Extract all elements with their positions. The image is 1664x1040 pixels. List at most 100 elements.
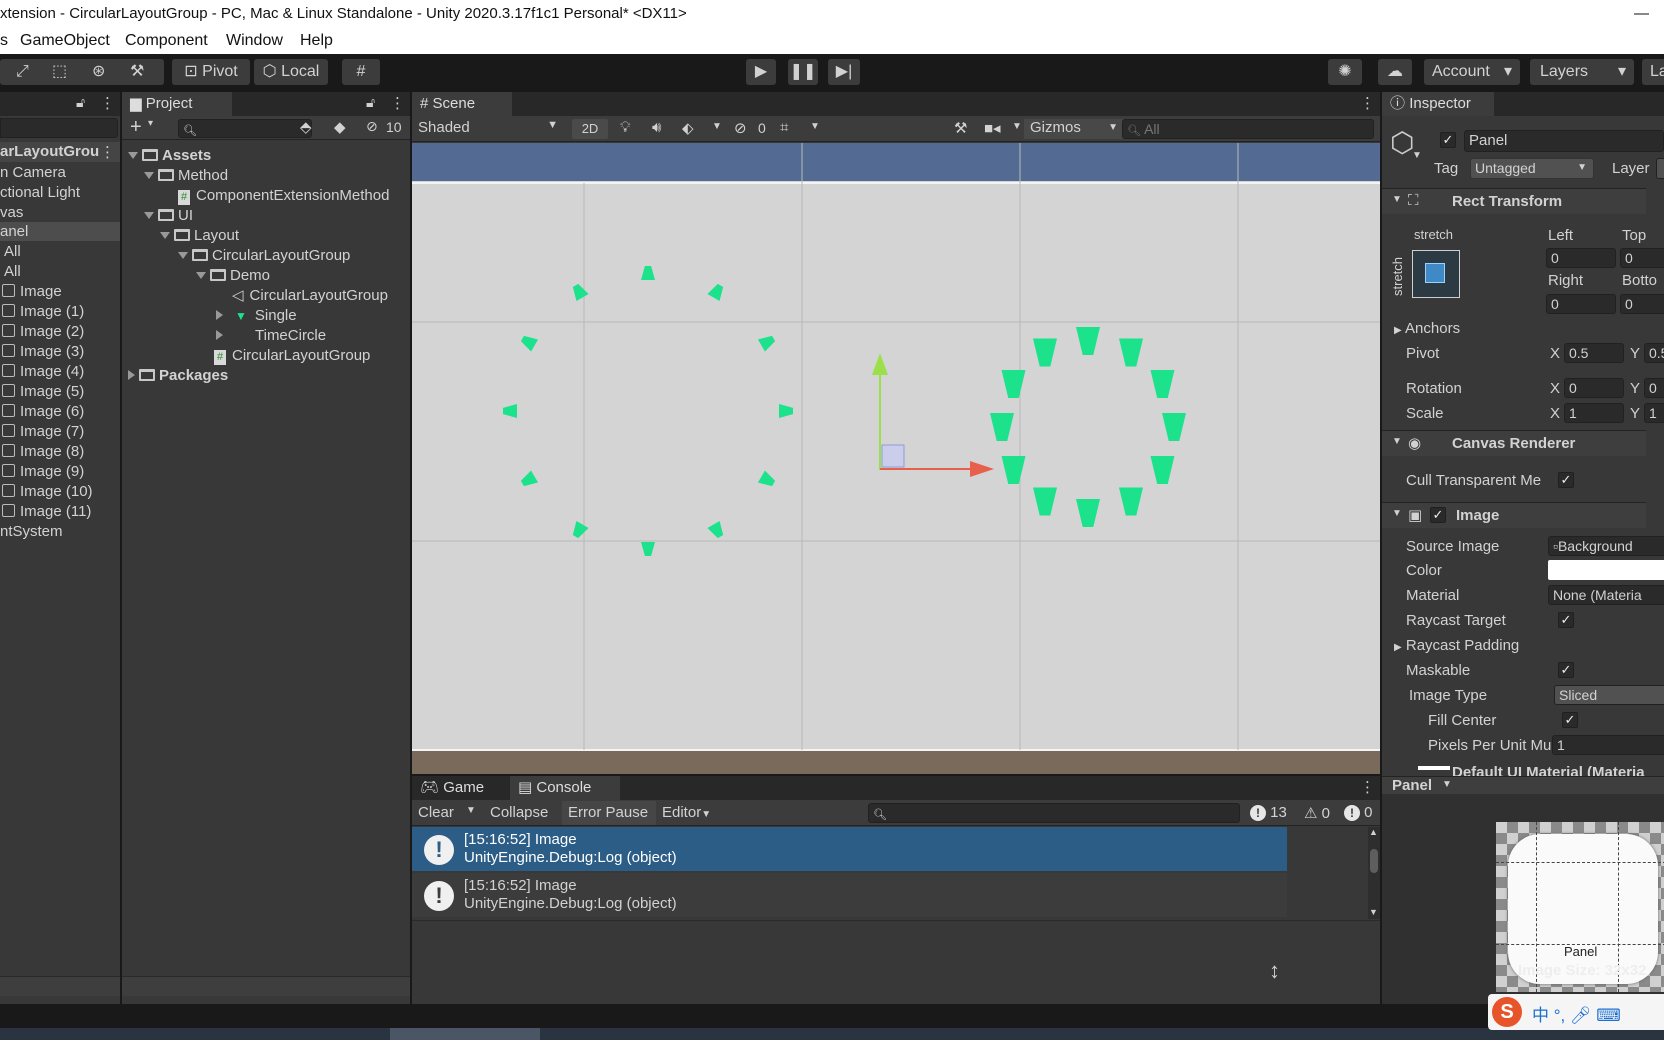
tree-item-scene[interactable]: ◁ CircularLayoutGroup (232, 286, 388, 305)
ring-left-marker[interactable] (641, 266, 655, 280)
lock-icon[interactable]: 🔓︎ (76, 94, 85, 111)
ring-right-marker[interactable] (1150, 456, 1175, 484)
hierarchy-item[interactable]: vas (0, 203, 23, 222)
2d-toggle[interactable]: 2D (572, 119, 608, 139)
hierarchy-item[interactable]: Image (4) (2, 362, 84, 381)
hierarchy-root-row[interactable]: arLayoutGrou ⋮ (0, 142, 120, 162)
gizmo-x-arrow[interactable] (970, 461, 994, 477)
active-checkbox[interactable]: ✓ (1440, 132, 1456, 148)
hidden-objects-icon[interactable]: ⊘ (734, 119, 747, 137)
scroll-down-icon[interactable]: ▼ (1369, 907, 1378, 917)
tree-item-layout[interactable]: Layout (160, 226, 239, 245)
ring-right-marker[interactable] (1119, 338, 1143, 367)
bottom-field[interactable]: 0 (1620, 294, 1664, 314)
left-field[interactable]: 0 (1546, 248, 1616, 268)
menu-item-window[interactable]: Window (226, 32, 283, 50)
ring-left-marker[interactable] (757, 332, 777, 352)
image-header[interactable]: ▼ ▣ ✓ Image (1382, 502, 1646, 528)
rotation-x-field[interactable]: 0 (1564, 378, 1624, 398)
anchor-presets-button[interactable] (1412, 250, 1460, 298)
ring-left-marker[interactable] (779, 404, 793, 418)
chevron-down-icon[interactable]: ▾ (148, 118, 153, 129)
ring-right-marker[interactable] (1119, 487, 1143, 516)
tree-item-timecircle[interactable]: TimeCircle (216, 326, 326, 345)
console-scrollbar[interactable]: ▲ ▼ (1368, 827, 1380, 919)
rect-transform-header[interactable]: ▼ ⛶ Rect Transform (1382, 188, 1646, 214)
gizmos-dropdown[interactable]: Gizmos ▼ (1024, 119, 1124, 139)
pivot-x-field[interactable]: 0.5 (1564, 343, 1624, 363)
hierarchy-item[interactable]: Image (8) (2, 442, 84, 461)
gizmo-plane-handle[interactable] (881, 444, 905, 468)
step-button[interactable]: ▶| (828, 59, 860, 85)
layout-dropdown[interactable]: La (1642, 59, 1664, 85)
collapse-button[interactable]: Collapse (490, 804, 548, 821)
image-enabled-checkbox[interactable]: ✓ (1430, 507, 1446, 523)
pivot-button[interactable]: ⊡ Pivot (172, 59, 250, 85)
lock-icon[interactable]: 🔓︎ (366, 94, 375, 111)
hierarchy-item[interactable]: Image (5) (2, 382, 84, 401)
ring-left-marker[interactable] (707, 282, 726, 302)
play-button[interactable]: ▶ (746, 59, 776, 85)
more-icon[interactable]: ⋮ (1360, 778, 1375, 796)
scale-tool-icon[interactable]: ⤢ (16, 59, 29, 85)
scrollbar-thumb[interactable] (1370, 849, 1378, 873)
error-count-toggle[interactable]: ! 0 (1344, 804, 1373, 821)
error-pause-toggle[interactable]: Error Pause (562, 801, 656, 825)
tag-dropdown[interactable]: Untagged ▼ (1470, 158, 1594, 179)
chevron-down-icon[interactable]: ▼ (810, 121, 820, 132)
chevron-down-icon[interactable]: ▼ (712, 121, 722, 132)
effects-icon[interactable]: ⬖ (682, 119, 694, 137)
rotation-y-field[interactable]: 0 (1644, 378, 1664, 398)
tab-console[interactable]: ▤ Console (510, 776, 620, 800)
raycast-target-checkbox[interactable]: ✓ (1558, 612, 1574, 628)
layers-dropdown[interactable]: Layers ▾ (1530, 59, 1634, 85)
tree-item-script[interactable]: # ComponentExtensionMethod (178, 186, 389, 205)
cull-checkbox[interactable]: ✓ (1558, 472, 1574, 488)
chevron-down-icon[interactable]: ▼ (466, 805, 476, 816)
ppu-field[interactable]: 1 (1552, 735, 1664, 755)
ring-right-marker[interactable] (1076, 499, 1100, 527)
ring-right-marker[interactable] (1033, 338, 1057, 367)
ring-left-marker[interactable] (641, 542, 655, 556)
top-field[interactable]: 0 (1620, 248, 1664, 268)
audio-icon[interactable]: 🔊︎ (652, 119, 661, 136)
taskbar-item[interactable] (390, 1028, 540, 1040)
lighting-icon[interactable]: 💡︎ (620, 119, 631, 136)
hierarchy-item-selected[interactable]: anel (0, 222, 120, 241)
grid-snapping-icon[interactable]: ⌗ (780, 119, 788, 136)
tree-item-method[interactable]: Method (144, 166, 228, 185)
label-icon[interactable]: ◆ (334, 118, 346, 136)
console-entry[interactable]: ! [15:16:52] Image UnityEngine.Debug:Log… (412, 873, 1287, 917)
ime-toolbar[interactable]: S 中 °, 🎤︎ ⌨ (1488, 994, 1664, 1030)
add-icon[interactable]: + (130, 116, 142, 138)
grid-snap-button[interactable]: # (342, 59, 380, 85)
preview-header[interactable]: Panel ▼ (1382, 776, 1664, 794)
cloud-button[interactable]: ☁ (1378, 59, 1412, 85)
hierarchy-item[interactable]: ntSystem (0, 522, 63, 541)
scene-search[interactable]: 🔍︎ All (1122, 119, 1374, 139)
more-icon[interactable]: ⋮ (390, 94, 405, 112)
gizmo-y-arrow[interactable] (872, 353, 888, 375)
hierarchy-item[interactable]: Image (6) (2, 402, 84, 421)
minimize-button[interactable]: — (1634, 0, 1654, 28)
hierarchy-item[interactable]: Image (7) (2, 422, 84, 441)
transform-tool-icon[interactable]: ⊛ (92, 59, 105, 85)
tab-project[interactable]: ▆ Project (122, 92, 232, 116)
tab-scene[interactable]: # Scene (412, 92, 512, 116)
filter-type-icon[interactable]: ⬘ (300, 118, 312, 136)
image-type-dropdown[interactable]: Sliced (1554, 685, 1664, 705)
scale-y-field[interactable]: 1 (1644, 403, 1664, 423)
ring-right-marker[interactable] (1150, 370, 1175, 398)
tab-inspector[interactable]: ⓘ Inspector (1382, 92, 1494, 116)
canvas-renderer-header[interactable]: ▼ ◉ Canvas Renderer (1382, 430, 1646, 456)
ring-right-marker[interactable] (1001, 370, 1026, 398)
project-search[interactable]: 🔍︎ (178, 119, 312, 138)
hierarchy-item[interactable]: All (4, 262, 21, 281)
hierarchy-item[interactable]: Image (3) (2, 342, 84, 361)
ring-left-marker[interactable] (519, 332, 539, 352)
hierarchy-item[interactable]: ctional Light (0, 183, 80, 202)
tree-item-packages[interactable]: Packages (128, 366, 228, 385)
tab-game[interactable]: 🎮︎ Game (412, 776, 508, 800)
ring-right-marker[interactable] (1076, 327, 1100, 355)
ring-right-marker[interactable] (990, 413, 1014, 441)
